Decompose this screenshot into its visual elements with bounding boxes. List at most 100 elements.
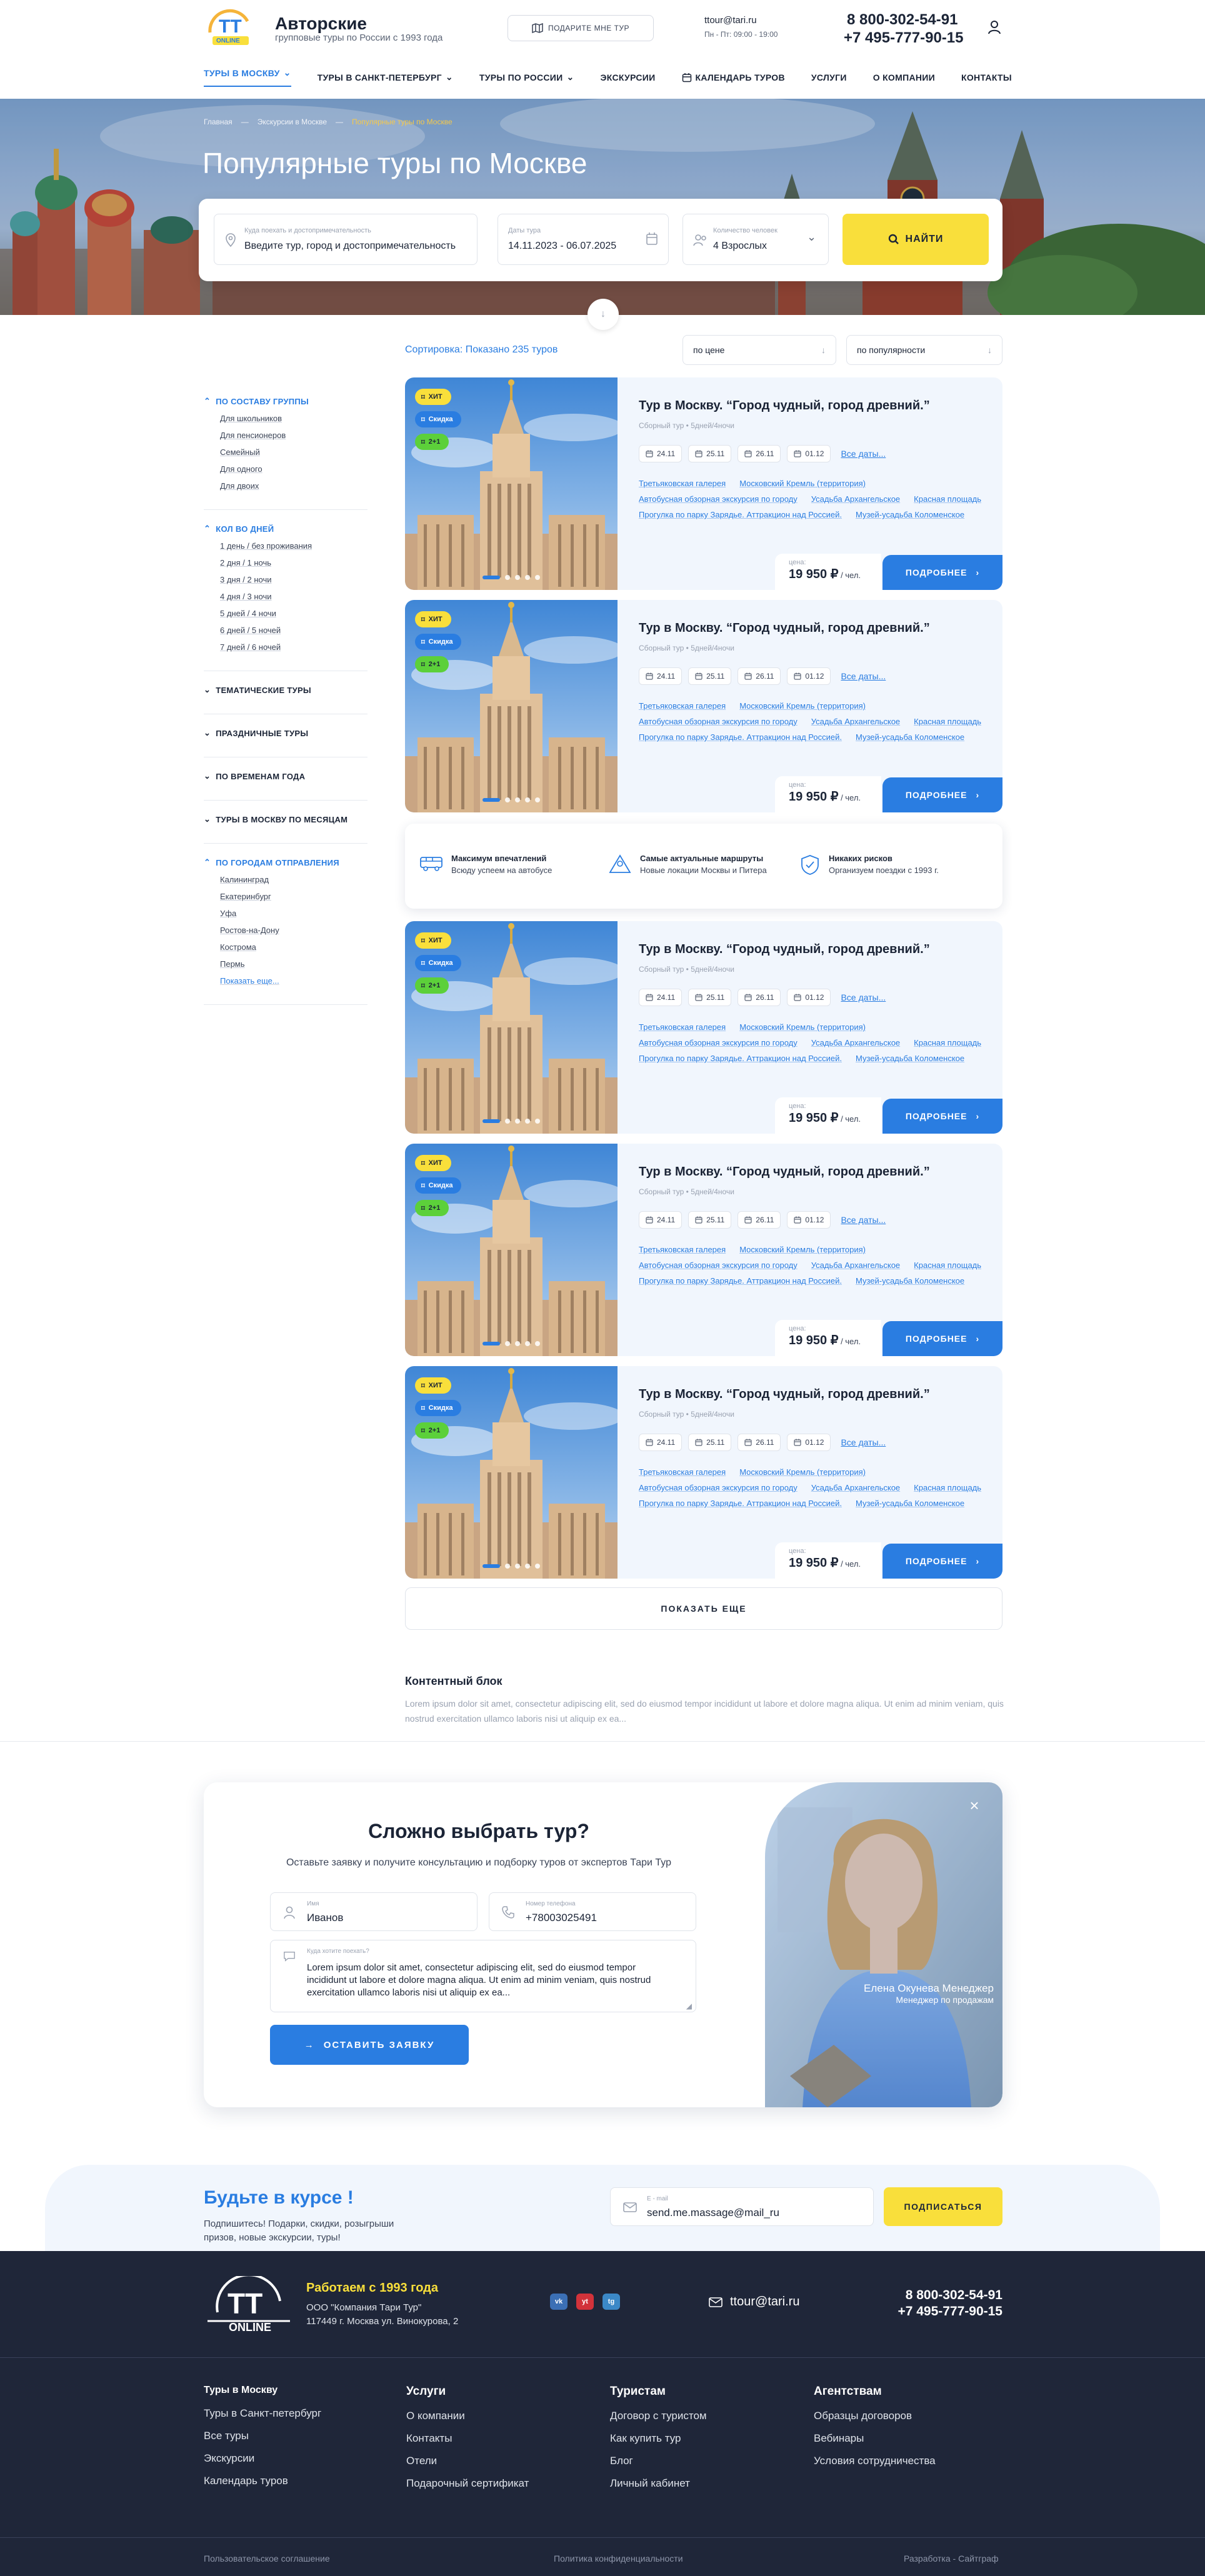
pager-dot[interactable] — [535, 797, 540, 802]
tour-tag-link[interactable]: Музей-усадьба Коломенское — [856, 1276, 964, 1286]
scroll-down-button[interactable]: ↓ — [588, 299, 619, 330]
all-dates-link[interactable]: Все даты... — [841, 1437, 886, 1447]
footer-link[interactable]: Отели — [406, 2455, 529, 2467]
pager-dot[interactable] — [505, 1564, 510, 1569]
filter-option[interactable]: Ростов-на-Дону — [220, 926, 368, 935]
all-dates-link[interactable]: Все даты... — [841, 449, 886, 459]
nav-item-contacts[interactable]: КОНТАКТЫ — [961, 67, 1012, 87]
footer-link[interactable]: Календарь туров — [204, 2475, 321, 2487]
pager-dot[interactable] — [515, 797, 520, 802]
date-chip[interactable]: 01.12 — [787, 1434, 831, 1451]
filter-group-toggle[interactable]: ⌄ ТУРЫ В МОСКВУ ПО МЕСЯЦАМ — [204, 814, 368, 824]
resize-handle-icon[interactable]: ◢ — [686, 2002, 692, 2010]
filter-option[interactable]: Для школьников — [220, 414, 368, 423]
filter-option[interactable]: 6 дней / 5 ночей — [220, 626, 368, 635]
tour-title[interactable]: Тур в Москву. “Город чудный, город древн… — [639, 621, 930, 636]
tour-card[interactable]: ⌑ ХИТ ⌑ Скидка ⌑ 2+1 Тур в Москву. “Город чудн… — [405, 1144, 1002, 1356]
pager-dot[interactable] — [515, 1564, 520, 1569]
pager-dot[interactable] — [505, 575, 510, 580]
tour-tag-link[interactable]: Усадьба Архангельское — [811, 1038, 900, 1047]
footer-link[interactable]: Условия сотрудничества — [814, 2455, 936, 2467]
tour-tag-link[interactable]: Красная площадь — [914, 717, 981, 726]
header-phone-2[interactable]: +7 495-777-90-15 — [844, 29, 963, 47]
date-chip[interactable]: 26.11 — [738, 445, 781, 462]
tour-tag-link[interactable]: Музей-усадьба Коломенское — [856, 732, 964, 742]
filter-group-toggle[interactable]: ⌃ ПО ГОРОДАМ ОТПРАВЛЕНИЯ — [204, 857, 368, 867]
pager-dot[interactable] — [482, 1342, 500, 1345]
filter-group-toggle[interactable]: ⌄ ПО ВРЕМЕНАМ ГОДА — [204, 771, 368, 781]
date-chip[interactable]: 25.11 — [688, 667, 732, 685]
tour-card[interactable]: ⌑ ХИТ ⌑ Скидка ⌑ 2+1 Тур в Москву. “Город чудн… — [405, 921, 1002, 1134]
nav-item-services[interactable]: УСЛУГИ — [811, 67, 847, 87]
date-chip[interactable]: 24.11 — [639, 1211, 682, 1229]
details-button[interactable]: ПОДРОБНЕЕ › — [882, 1099, 1002, 1134]
tour-tag-link[interactable]: Третьяковская галерея — [639, 1245, 726, 1254]
filter-option[interactable]: Екатеринбург — [220, 892, 368, 901]
nav-item-excursions[interactable]: ЭКСКУРСИИ — [601, 67, 656, 87]
pager-dot[interactable] — [505, 1119, 510, 1124]
photo-pager[interactable] — [482, 1564, 540, 1569]
footer-email[interactable]: ttour@tari.ru — [709, 2295, 799, 2309]
tour-tag-link[interactable]: Третьяковская галерея — [639, 479, 726, 488]
tour-tag-link[interactable]: Автобусная обзорная экскурсия по городу — [639, 1038, 798, 1047]
tour-tag-link[interactable]: Усадьба Архангельское — [811, 1261, 900, 1270]
footer-link[interactable]: Образцы договоров — [814, 2410, 936, 2422]
filter-option[interactable]: 3 дня / 2 ночи — [220, 575, 368, 584]
footer-link[interactable]: Личный кабинет — [610, 2477, 707, 2490]
filter-option[interactable]: 1 день / без проживания — [220, 541, 368, 551]
pager-dot[interactable] — [525, 575, 530, 580]
tour-title[interactable]: Тур в Москву. “Город чудный, город древн… — [639, 1165, 930, 1179]
tour-tag-link[interactable]: Прогулка по парку Зарядье. Аттракцион на… — [639, 1276, 842, 1286]
tour-photo[interactable]: ⌑ ХИТ ⌑ Скидка ⌑ 2+1 — [405, 1144, 618, 1356]
filter-option[interactable]: 2 дня / 1 ночь — [220, 558, 368, 567]
tour-tag-link[interactable]: Музей-усадьба Коломенское — [856, 510, 964, 519]
pager-dot[interactable] — [505, 1341, 510, 1346]
tour-tag-link[interactable]: Автобусная обзорная экскурсия по городу — [639, 494, 798, 504]
sort-price-select[interactable]: по цене ↓ — [682, 335, 836, 365]
footer-link[interactable]: Экскурсии — [204, 2452, 321, 2465]
tour-tag-link[interactable]: Красная площадь — [914, 494, 981, 504]
pager-dot[interactable] — [482, 798, 500, 802]
pager-dot[interactable] — [482, 1119, 500, 1123]
date-chip[interactable]: 24.11 — [639, 667, 682, 685]
details-button[interactable]: ПОДРОБНЕЕ › — [882, 555, 1002, 590]
photo-pager[interactable] — [482, 1341, 540, 1346]
pager-dot[interactable] — [515, 1341, 520, 1346]
date-chip[interactable]: 24.11 — [639, 445, 682, 462]
pager-dot[interactable] — [525, 1564, 530, 1569]
breadcrumb-item[interactable]: Экскурсии в Москве — [258, 117, 327, 126]
details-button[interactable]: ПОДРОБНЕЕ › — [882, 1544, 1002, 1579]
tour-tag-link[interactable]: Московский Кремль (территория) — [739, 1467, 866, 1477]
all-dates-link[interactable]: Все даты... — [841, 671, 886, 681]
date-chip[interactable]: 01.12 — [787, 1211, 831, 1229]
pager-dot[interactable] — [525, 1119, 530, 1124]
breadcrumb-item[interactable]: Главная — [204, 117, 232, 126]
tour-title[interactable]: Тур в Москву. “Город чудный, город древн… — [639, 399, 930, 413]
tour-photo[interactable]: ⌑ ХИТ ⌑ Скидка ⌑ 2+1 — [405, 600, 618, 812]
date-chip[interactable]: 01.12 — [787, 445, 831, 462]
filter-option[interactable]: Кострома — [220, 942, 368, 952]
filter-option[interactable]: Калининград — [220, 875, 368, 884]
tour-tag-link[interactable]: Московский Кремль (территория) — [739, 479, 866, 488]
date-chip[interactable]: 25.11 — [688, 1434, 732, 1451]
footer-link[interactable]: Договор с туристом — [610, 2410, 707, 2422]
details-button[interactable]: ПОДРОБНЕЕ › — [882, 777, 1002, 812]
date-chip[interactable]: 01.12 — [787, 667, 831, 685]
subscribe-button[interactable]: ПОДПИСАТЬСЯ — [884, 2187, 1002, 2226]
footer-link[interactable]: Контакты — [406, 2432, 529, 2445]
question-field[interactable]: Куда хотите поехать? Lorem ipsum dolor s… — [270, 1940, 696, 2012]
header-email[interactable]: ttour@tari.ru — [704, 15, 757, 26]
footer-column-title[interactable]: Услуги — [406, 2385, 529, 2399]
tour-tag-link[interactable]: Прогулка по парку Зарядье. Аттракцион на… — [639, 732, 842, 742]
all-dates-link[interactable]: Все даты... — [841, 992, 886, 1002]
tour-card[interactable]: ⌑ ХИТ ⌑ Скидка ⌑ 2+1 Тур в Москву. “Город чудн… — [405, 600, 1002, 812]
youtube-icon[interactable]: yt — [576, 2294, 594, 2310]
pager-dot[interactable] — [525, 1341, 530, 1346]
footer-link[interactable]: Все туры — [204, 2430, 321, 2442]
footer-link[interactable]: Как купить тур — [610, 2432, 707, 2445]
pager-dot[interactable] — [482, 576, 500, 579]
filter-option[interactable]: Для двоих — [220, 481, 368, 491]
tour-tag-link[interactable]: Московский Кремль (территория) — [739, 1245, 866, 1254]
footer-column-title[interactable]: Агентствам — [814, 2385, 936, 2399]
tour-card[interactable]: ⌑ ХИТ ⌑ Скидка ⌑ 2+1 Тур в Москву. “Город чудн… — [405, 377, 1002, 590]
